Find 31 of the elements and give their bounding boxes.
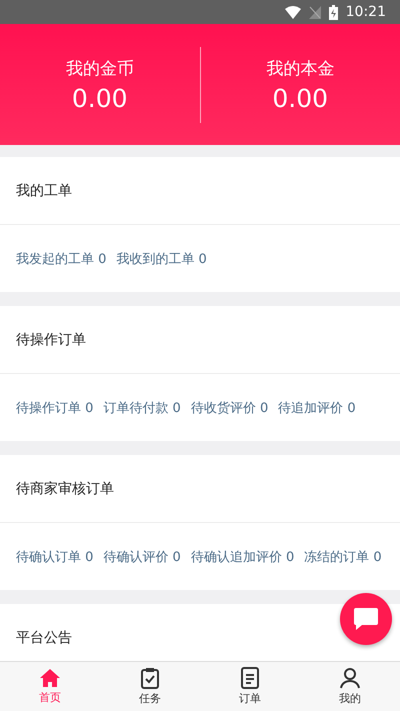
nav-tab[interactable]: 我的 [300, 662, 400, 711]
stat-label: 我的本金 [266, 58, 334, 80]
order-link[interactable]: 待收货评价 0 [190, 398, 268, 416]
stat-label: 我的金币 [66, 58, 134, 80]
order-link[interactable]: 冻结的订单 0 [304, 548, 382, 566]
status-time: 10:21 [346, 4, 386, 20]
home-icon [39, 668, 61, 688]
order-link[interactable]: 我收到的工单 0 [116, 250, 207, 268]
section-title: 我的工单 [16, 182, 72, 200]
battery-icon [328, 4, 338, 20]
stat-value: 0.00 [72, 84, 128, 112]
order-link[interactable]: 待确认订单 0 [16, 548, 94, 566]
nav-tab[interactable]: 首页 [0, 662, 100, 711]
section-title: 平台公告 [16, 628, 72, 646]
order-link[interactable]: 订单待付款 0 [103, 398, 181, 416]
section-title: 待商家审核订单 [16, 480, 114, 498]
order-link[interactable]: 我发起的工单 0 [16, 250, 106, 268]
document-icon [241, 667, 259, 689]
nav-tab[interactable]: 任务 [100, 662, 200, 711]
chat-bubble-icon [353, 607, 379, 631]
order-link[interactable]: 待追加评价 0 [278, 398, 356, 416]
clipboard-check-icon [140, 667, 160, 689]
wifi-icon [284, 6, 301, 18]
stat-value: 0.00 [272, 84, 328, 112]
section-title: 待操作订单 [16, 330, 86, 348]
person-icon [340, 667, 360, 689]
order-link[interactable]: 待确认评价 0 [103, 548, 181, 566]
order-link[interactable]: 待确认追加评价 0 [190, 548, 294, 566]
nav-tab[interactable]: 订单 [200, 662, 300, 711]
no-signal-icon [308, 6, 321, 18]
order-link[interactable]: 待操作订单 0 [16, 398, 94, 416]
